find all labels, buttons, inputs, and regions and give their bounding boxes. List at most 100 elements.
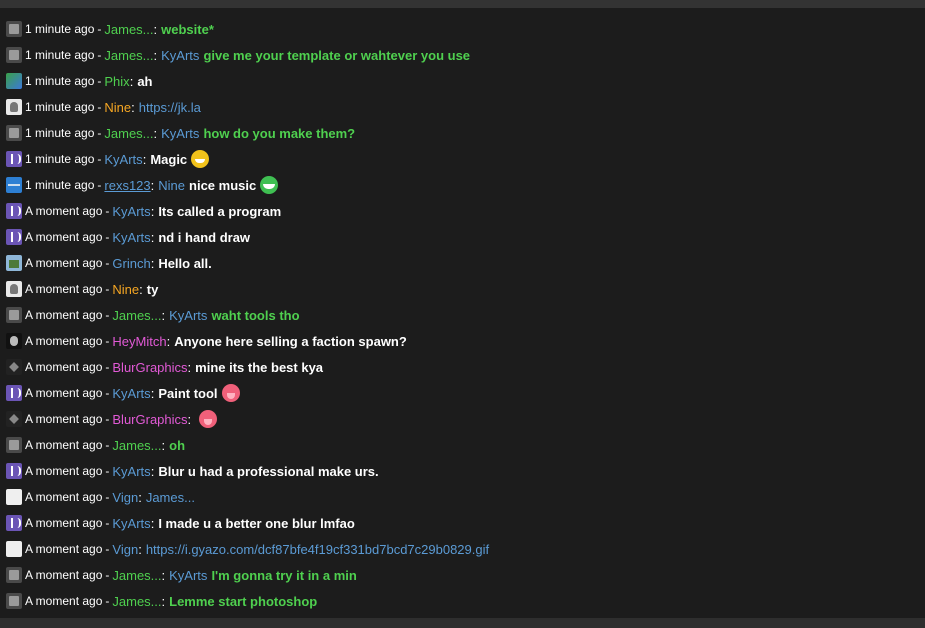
message-time: A moment ago [25, 438, 103, 452]
message-time: 1 minute ago [25, 178, 95, 192]
colon: : [139, 281, 143, 297]
avatar-james[interactable] [6, 47, 22, 63]
separator: - [97, 178, 102, 192]
avatar-james[interactable] [6, 21, 22, 37]
message-text: ah [137, 73, 153, 89]
colon: : [161, 593, 166, 609]
chat-message: A moment ago - Vign: James... [0, 484, 925, 510]
username-link[interactable]: James... [112, 594, 161, 609]
avatar-blur[interactable] [6, 359, 22, 375]
colon: : [150, 385, 155, 401]
avatar-nine[interactable] [6, 99, 22, 115]
username-link[interactable]: James... [112, 438, 161, 453]
username-link[interactable]: Vign [112, 490, 138, 505]
username-link[interactable]: James... [112, 568, 161, 583]
separator: - [105, 204, 110, 218]
avatar-james[interactable] [6, 437, 22, 453]
username-link[interactable]: KyArts [112, 464, 150, 479]
separator: - [105, 490, 110, 504]
separator: - [105, 360, 110, 374]
message-text: Lemme start photoshop [169, 593, 318, 609]
avatar-phix[interactable] [6, 73, 22, 89]
message-time: A moment ago [25, 386, 103, 400]
avatar-james[interactable] [6, 593, 22, 609]
chat-log[interactable]: 1 minute ago - James...: website* 1 minute a… [0, 16, 925, 614]
message-time: A moment ago [25, 412, 103, 426]
colon: : [187, 411, 192, 427]
mention-link[interactable]: KyArts [161, 48, 199, 63]
username-link[interactable]: KyArts [104, 152, 142, 167]
colon: : [166, 333, 171, 349]
avatar-kyarts[interactable] [6, 203, 22, 219]
avatar-kyarts[interactable] [6, 385, 22, 401]
username-link[interactable]: James... [104, 22, 153, 37]
message-time: 1 minute ago [25, 22, 95, 36]
colon: : [161, 567, 166, 583]
chat-message: A moment ago - BlurGraphics: mine its the b… [0, 354, 925, 380]
chat-message: A moment ago - Vign: https://i.gyazo.com/dc… [0, 536, 925, 562]
username-link[interactable]: BlurGraphics [112, 360, 187, 375]
username-link[interactable]: HeyMitch [112, 334, 166, 349]
avatar-rexs[interactable] [6, 177, 22, 193]
chat-message: A moment ago - KyArts: nd i hand draw [0, 224, 925, 250]
avatar-nine[interactable] [6, 281, 22, 297]
avatar-james[interactable] [6, 125, 22, 141]
colon: : [161, 307, 166, 323]
colon: : [150, 515, 155, 531]
mention-link[interactable]: KyArts [169, 308, 207, 323]
grin-emoji-icon [191, 150, 210, 168]
colon: : [153, 47, 158, 63]
separator: - [105, 334, 110, 348]
avatar-blur[interactable] [6, 411, 22, 427]
avatar-grinch[interactable] [6, 255, 22, 271]
username-link[interactable]: James... [104, 48, 153, 63]
message-text: Magic [150, 151, 188, 167]
username-link[interactable]: BlurGraphics [112, 412, 187, 427]
colon: : [150, 177, 155, 193]
avatar-kyarts[interactable] [6, 229, 22, 245]
message-time: 1 minute ago [25, 48, 95, 62]
message-text: nd i hand draw [158, 229, 251, 245]
avatar-james[interactable] [6, 307, 22, 323]
avatar-kyarts[interactable] [6, 515, 22, 531]
mention-link[interactable]: KyArts [161, 126, 199, 141]
username-link[interactable]: KyArts [112, 386, 150, 401]
mention-link[interactable]: KyArts [169, 568, 207, 583]
message-text: website* [161, 21, 214, 37]
username-link[interactable]: KyArts [112, 516, 150, 531]
message-time: A moment ago [25, 204, 103, 218]
message-text: I made u a better one blur lmfao [158, 515, 355, 531]
message-link[interactable]: https://i.gyazo.com/dcf87bfe4f19cf331bd7… [146, 542, 489, 557]
username-link[interactable]: James... [104, 126, 153, 141]
avatar-kyarts[interactable] [6, 151, 22, 167]
avatar-vign[interactable] [6, 489, 22, 505]
message-time: A moment ago [25, 334, 103, 348]
avatar-james[interactable] [6, 567, 22, 583]
mention-link[interactable]: Nine [158, 178, 185, 193]
separator: - [97, 22, 102, 36]
chat-message: A moment ago - KyArts: I made u a better on… [0, 510, 925, 536]
avatar-heymitch[interactable] [6, 333, 22, 349]
message-link[interactable]: https://jk.la [139, 100, 201, 115]
username-link[interactable]: James... [112, 308, 161, 323]
username-link[interactable]: rexs123 [104, 178, 150, 193]
username-link[interactable]: Grinch [112, 256, 150, 271]
username-link[interactable]: KyArts [112, 204, 150, 219]
chat-message: A moment ago - James...: Lemme start photos… [0, 588, 925, 614]
colon: : [129, 73, 134, 89]
username-link[interactable]: Nine [104, 100, 131, 115]
separator: - [97, 100, 102, 114]
username-link[interactable]: KyArts [112, 230, 150, 245]
chat-message: 1 minute ago - rexs123: Nine nice music [0, 172, 925, 198]
avatar-vign[interactable] [6, 541, 22, 557]
top-scroll-edge [0, 0, 925, 8]
separator: - [97, 48, 102, 62]
username-link[interactable]: Vign [112, 542, 138, 557]
colon: : [138, 489, 142, 505]
message-time: A moment ago [25, 594, 103, 608]
mention-link[interactable]: James... [146, 490, 195, 505]
username-link[interactable]: Phix [104, 74, 129, 89]
username-link[interactable]: Nine [112, 282, 139, 297]
chat-message: 1 minute ago - James...: KyArts how do you m… [0, 120, 925, 146]
avatar-kyarts[interactable] [6, 463, 22, 479]
